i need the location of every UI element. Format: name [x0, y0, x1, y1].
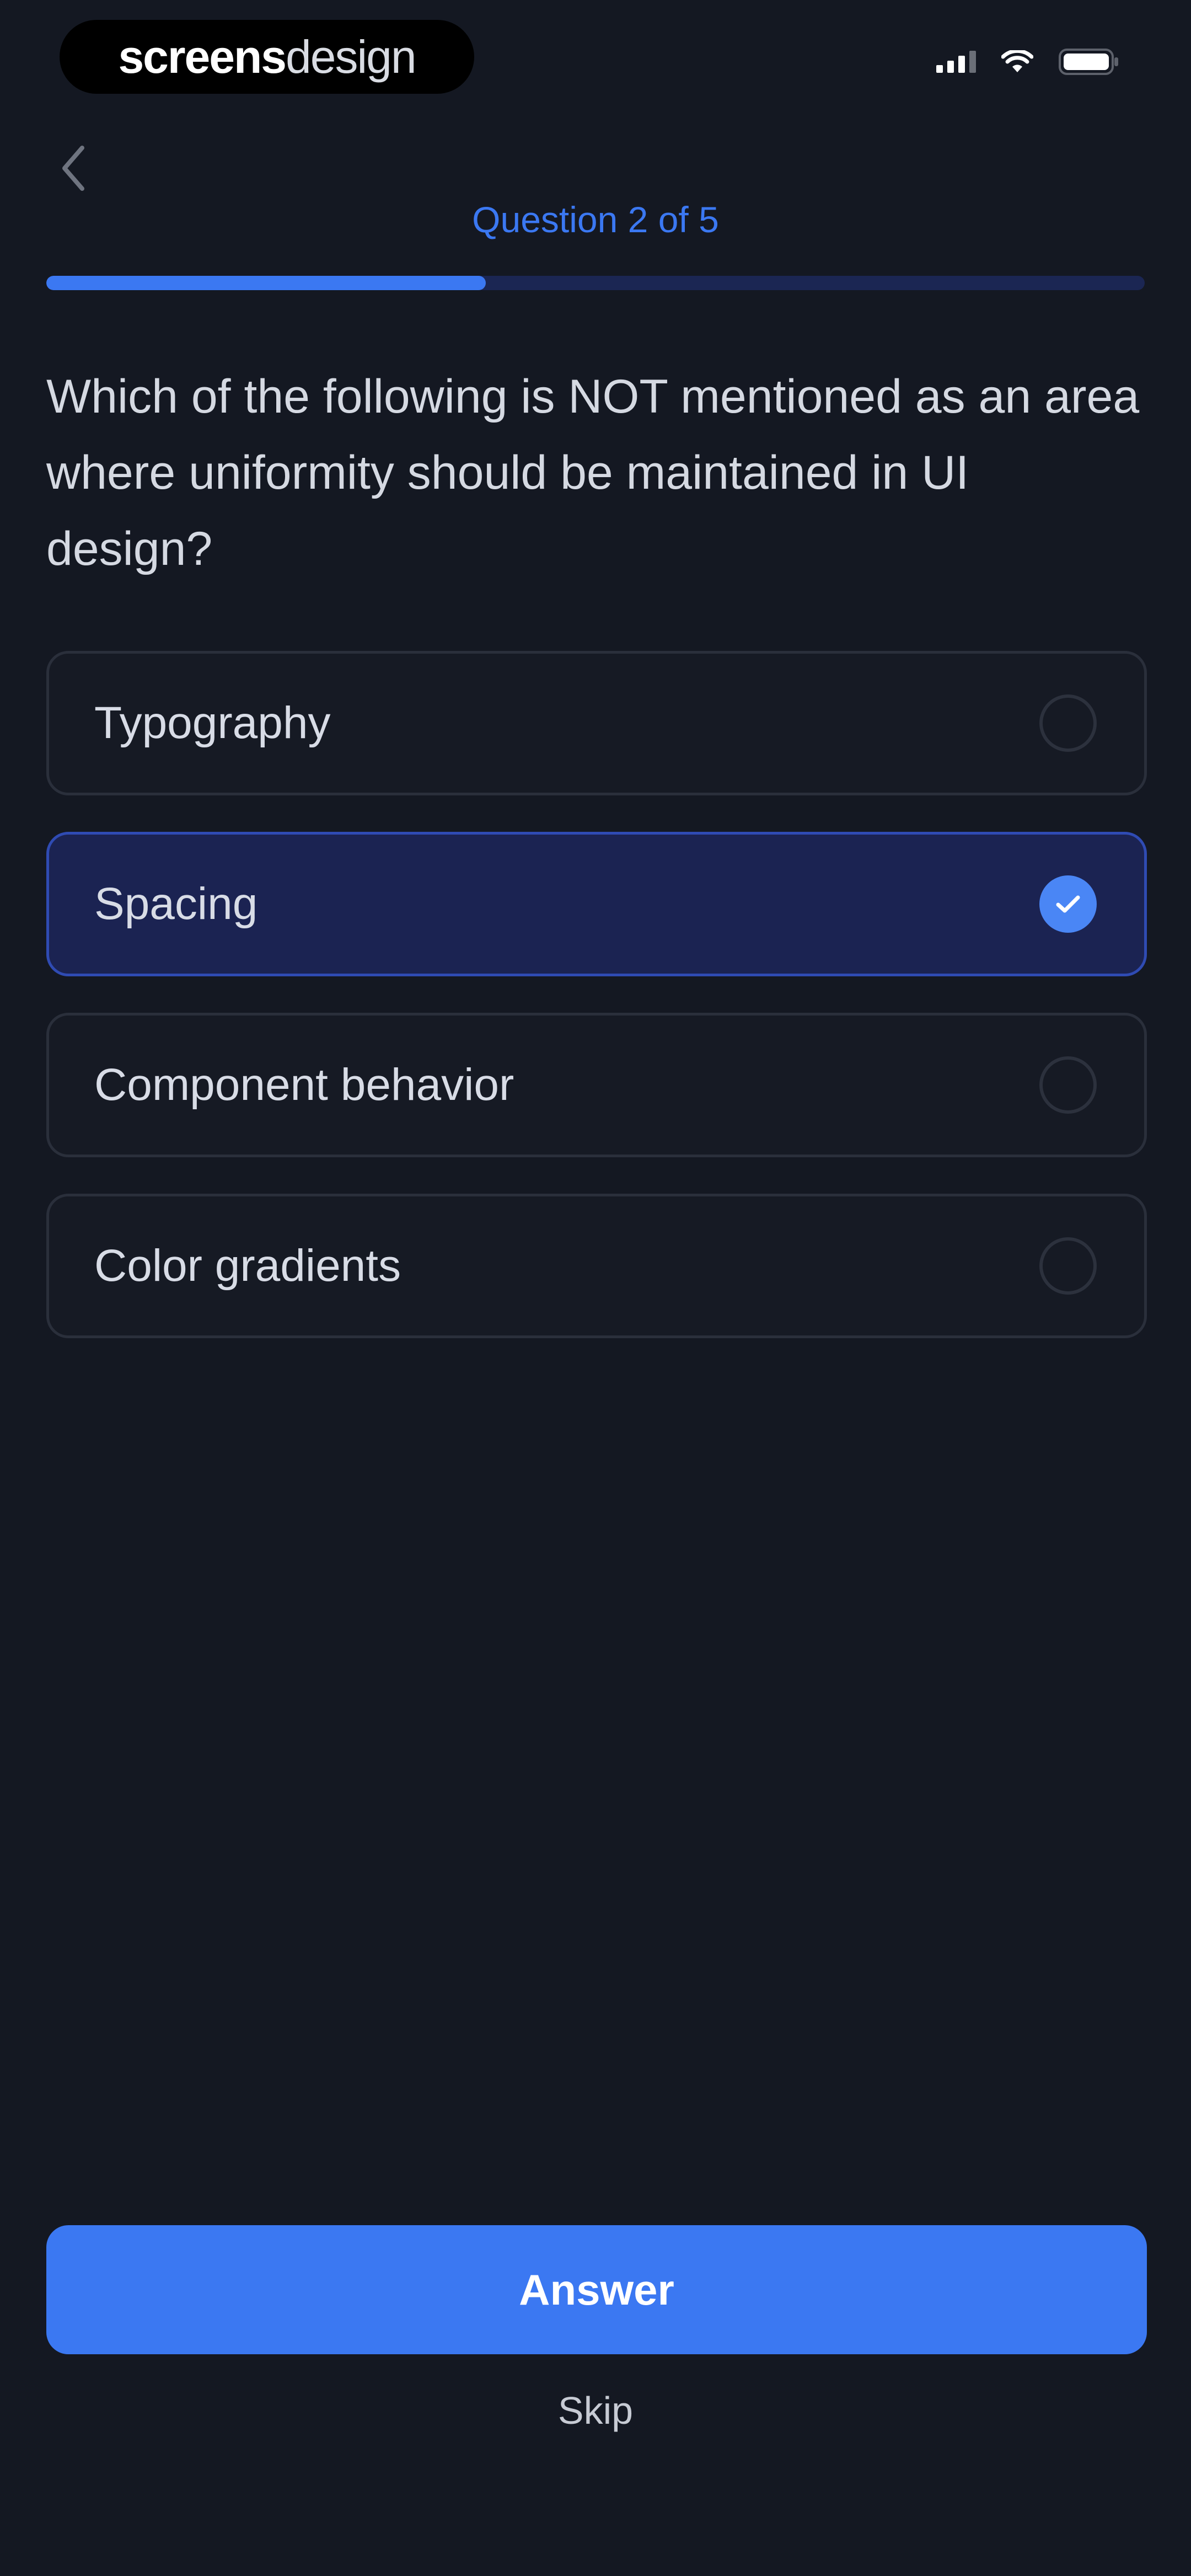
option-label: Typography [94, 698, 331, 748]
progress-bar [46, 276, 1145, 290]
answer-button[interactable]: Answer [46, 2225, 1147, 2354]
option-spacing[interactable]: Spacing [46, 832, 1147, 976]
option-label: Color gradients [94, 1241, 401, 1291]
option-typography[interactable]: Typography [46, 651, 1147, 795]
progress-fill [46, 276, 486, 290]
radio-button[interactable] [1039, 694, 1097, 752]
option-component-behavior[interactable]: Component behavior [46, 1013, 1147, 1157]
status-icons [936, 49, 1119, 75]
radio-button[interactable] [1039, 1237, 1097, 1295]
checkmark-icon [1056, 895, 1080, 913]
skip-button[interactable]: Skip [0, 2388, 1191, 2433]
cellular-signal-icon [936, 51, 976, 73]
option-label: Component behavior [94, 1060, 514, 1110]
status-bar: screens design [0, 0, 1191, 127]
back-button[interactable] [51, 138, 95, 199]
quiz-screen: screens design Question 2 of 5 Which of … [0, 0, 1191, 2576]
battery-icon [1059, 49, 1118, 75]
chevron-left-icon [62, 146, 84, 191]
question-counter: Question 2 of 5 [472, 199, 719, 240]
brand-logo: screens design [60, 20, 474, 94]
brand-logo-bold: screens [118, 30, 287, 83]
brand-logo-light: design [286, 30, 417, 83]
answer-options: Typography Spacing Component behavior Co… [46, 651, 1147, 1375]
option-color-gradients[interactable]: Color gradients [46, 1194, 1147, 1338]
wifi-icon [1001, 50, 1033, 72]
radio-button[interactable] [1039, 875, 1097, 933]
option-label: Spacing [94, 879, 258, 929]
radio-button[interactable] [1039, 1056, 1097, 1114]
question-text: Which of the following is NOT mentioned … [46, 370, 1140, 575]
